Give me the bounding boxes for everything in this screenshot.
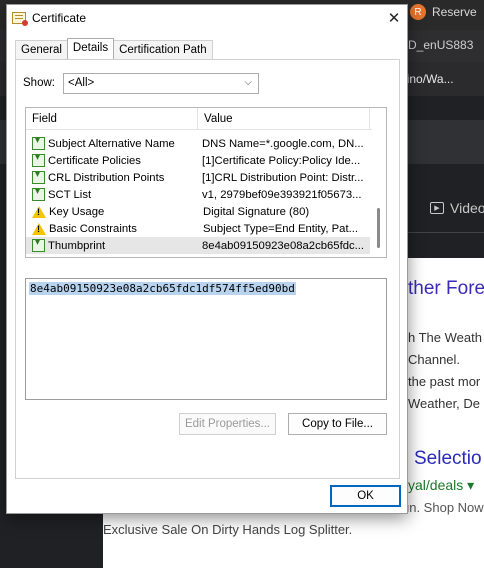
field-name: Key Usage — [49, 205, 105, 218]
video-filter[interactable]: ▶ Video — [430, 200, 484, 216]
browser-tab-label: Reserve — [432, 5, 477, 19]
dialog-titlebar[interactable]: Certificate ✕ — [7, 5, 407, 31]
show-dropdown[interactable]: <All> ⌵ — [63, 73, 259, 94]
list-item[interactable]: Certificate Policies [1]Certificate Poli… — [26, 152, 370, 169]
browser-tab[interactable]: R Reserve — [410, 4, 477, 20]
result-snippet: un. Shop Now — [402, 500, 484, 515]
close-button[interactable]: ✕ — [381, 5, 407, 31]
list-item-selected[interactable]: Thumbprint 8e4ab09150923e08a2cb65fdc... — [26, 237, 370, 254]
field-value: Subject Type=End Entity, Pat... — [203, 222, 359, 235]
column-header-value[interactable]: Value — [198, 108, 370, 129]
cert-field-icon — [32, 237, 45, 252]
list-header: Field Value — [26, 108, 386, 130]
cert-field-icon — [32, 186, 45, 201]
list-item[interactable]: CRL Distribution Points [1]CRL Distribut… — [26, 169, 370, 186]
tab-certification-path[interactable]: Certification Path — [113, 40, 213, 59]
list-item[interactable]: Subject Alternative Name DNS Name=*.goog… — [26, 135, 370, 152]
field-name: Thumbprint — [48, 239, 106, 252]
show-dropdown-value: <All> — [68, 77, 95, 89]
column-header-field[interactable]: Field — [26, 108, 198, 129]
bookmark-item[interactable]: uino/Wa... — [400, 72, 454, 86]
warning-icon — [32, 222, 46, 235]
scrollbar-thumb[interactable] — [377, 208, 380, 248]
ok-button[interactable]: OK — [330, 485, 401, 507]
warning-icon — [32, 205, 46, 218]
list-scrollbar[interactable] — [372, 108, 386, 257]
address-bar-fragment[interactable]: BD_enUS883 — [400, 38, 473, 52]
show-label: Show: — [23, 77, 55, 89]
field-value: [1]CRL Distribution Point: Distr... — [202, 171, 364, 184]
list-item[interactable]: Basic Constraints Subject Type=End Entit… — [26, 220, 370, 237]
bookmark-label: uino/Wa... — [400, 72, 454, 86]
certificate-dialog: Certificate ✕ General Details Certificat… — [6, 4, 408, 514]
field-value: DNS Name=*.google.com, DN... — [202, 137, 364, 150]
field-value: 8e4ab09150923e08a2cb65fdc... — [202, 239, 365, 252]
result-title[interactable]: Selectio — [414, 448, 482, 470]
play-icon: ▶ — [430, 202, 444, 214]
field-name: CRL Distribution Points — [48, 171, 165, 184]
field-name: SCT List — [48, 188, 92, 201]
list-item[interactable]: SCT List v1, 2979bef09e393921f05673... — [26, 186, 370, 203]
result-snippet: Exclusive Sale On Dirty Hands Log Splitt… — [103, 522, 353, 537]
field-value: [1]Certificate Policy:Policy Ide... — [202, 154, 361, 167]
edit-properties-button[interactable]: Edit Properties... — [179, 413, 276, 435]
thumbprint-value[interactable]: 8e4ab09150923e08a2cb65fdc1df574ff5ed90bd — [29, 282, 296, 295]
field-value: Digital Signature (80) — [203, 205, 310, 218]
field-name: Basic Constraints — [49, 222, 137, 235]
field-name: Subject Alternative Name — [48, 137, 175, 150]
copy-to-file-button[interactable]: Copy to File... — [288, 413, 387, 435]
divider — [400, 232, 484, 233]
tab-general[interactable]: General — [15, 40, 68, 59]
dialog-title: Certificate — [32, 11, 87, 25]
list-item[interactable]: Key Usage Digital Signature (80) — [26, 203, 370, 220]
value-textbox[interactable]: 8e4ab09150923e08a2cb65fdc1df574ff5ed90bd — [25, 278, 387, 400]
site-favicon-icon: R — [410, 4, 426, 20]
cert-field-icon — [32, 135, 45, 150]
tab-bar: General Details Certification Path — [15, 38, 213, 59]
result-snippet: h The Weath — [408, 330, 482, 345]
field-value: v1, 2979bef09e393921f05673... — [202, 188, 362, 201]
result-title[interactable]: ther Fore — [408, 278, 484, 300]
chevron-down-icon: ⌵ — [244, 77, 252, 88]
result-snippet: Channel. — [408, 352, 461, 367]
list-rows: Subject Alternative Name DNS Name=*.goog… — [26, 135, 370, 254]
fields-list[interactable]: Field Value Subject Alternative Name DNS… — [25, 107, 387, 258]
cert-field-icon — [32, 169, 45, 184]
cert-field-icon — [32, 152, 45, 167]
field-name: Certificate Policies — [48, 154, 141, 167]
video-filter-label: Video — [450, 200, 484, 216]
result-snippet: the past mor — [408, 374, 481, 389]
certificate-icon — [12, 12, 28, 26]
result-url[interactable]: yal/deals ▾ — [408, 477, 474, 494]
tab-details[interactable]: Details — [66, 38, 115, 59]
result-snippet: Weather, De — [408, 396, 481, 411]
